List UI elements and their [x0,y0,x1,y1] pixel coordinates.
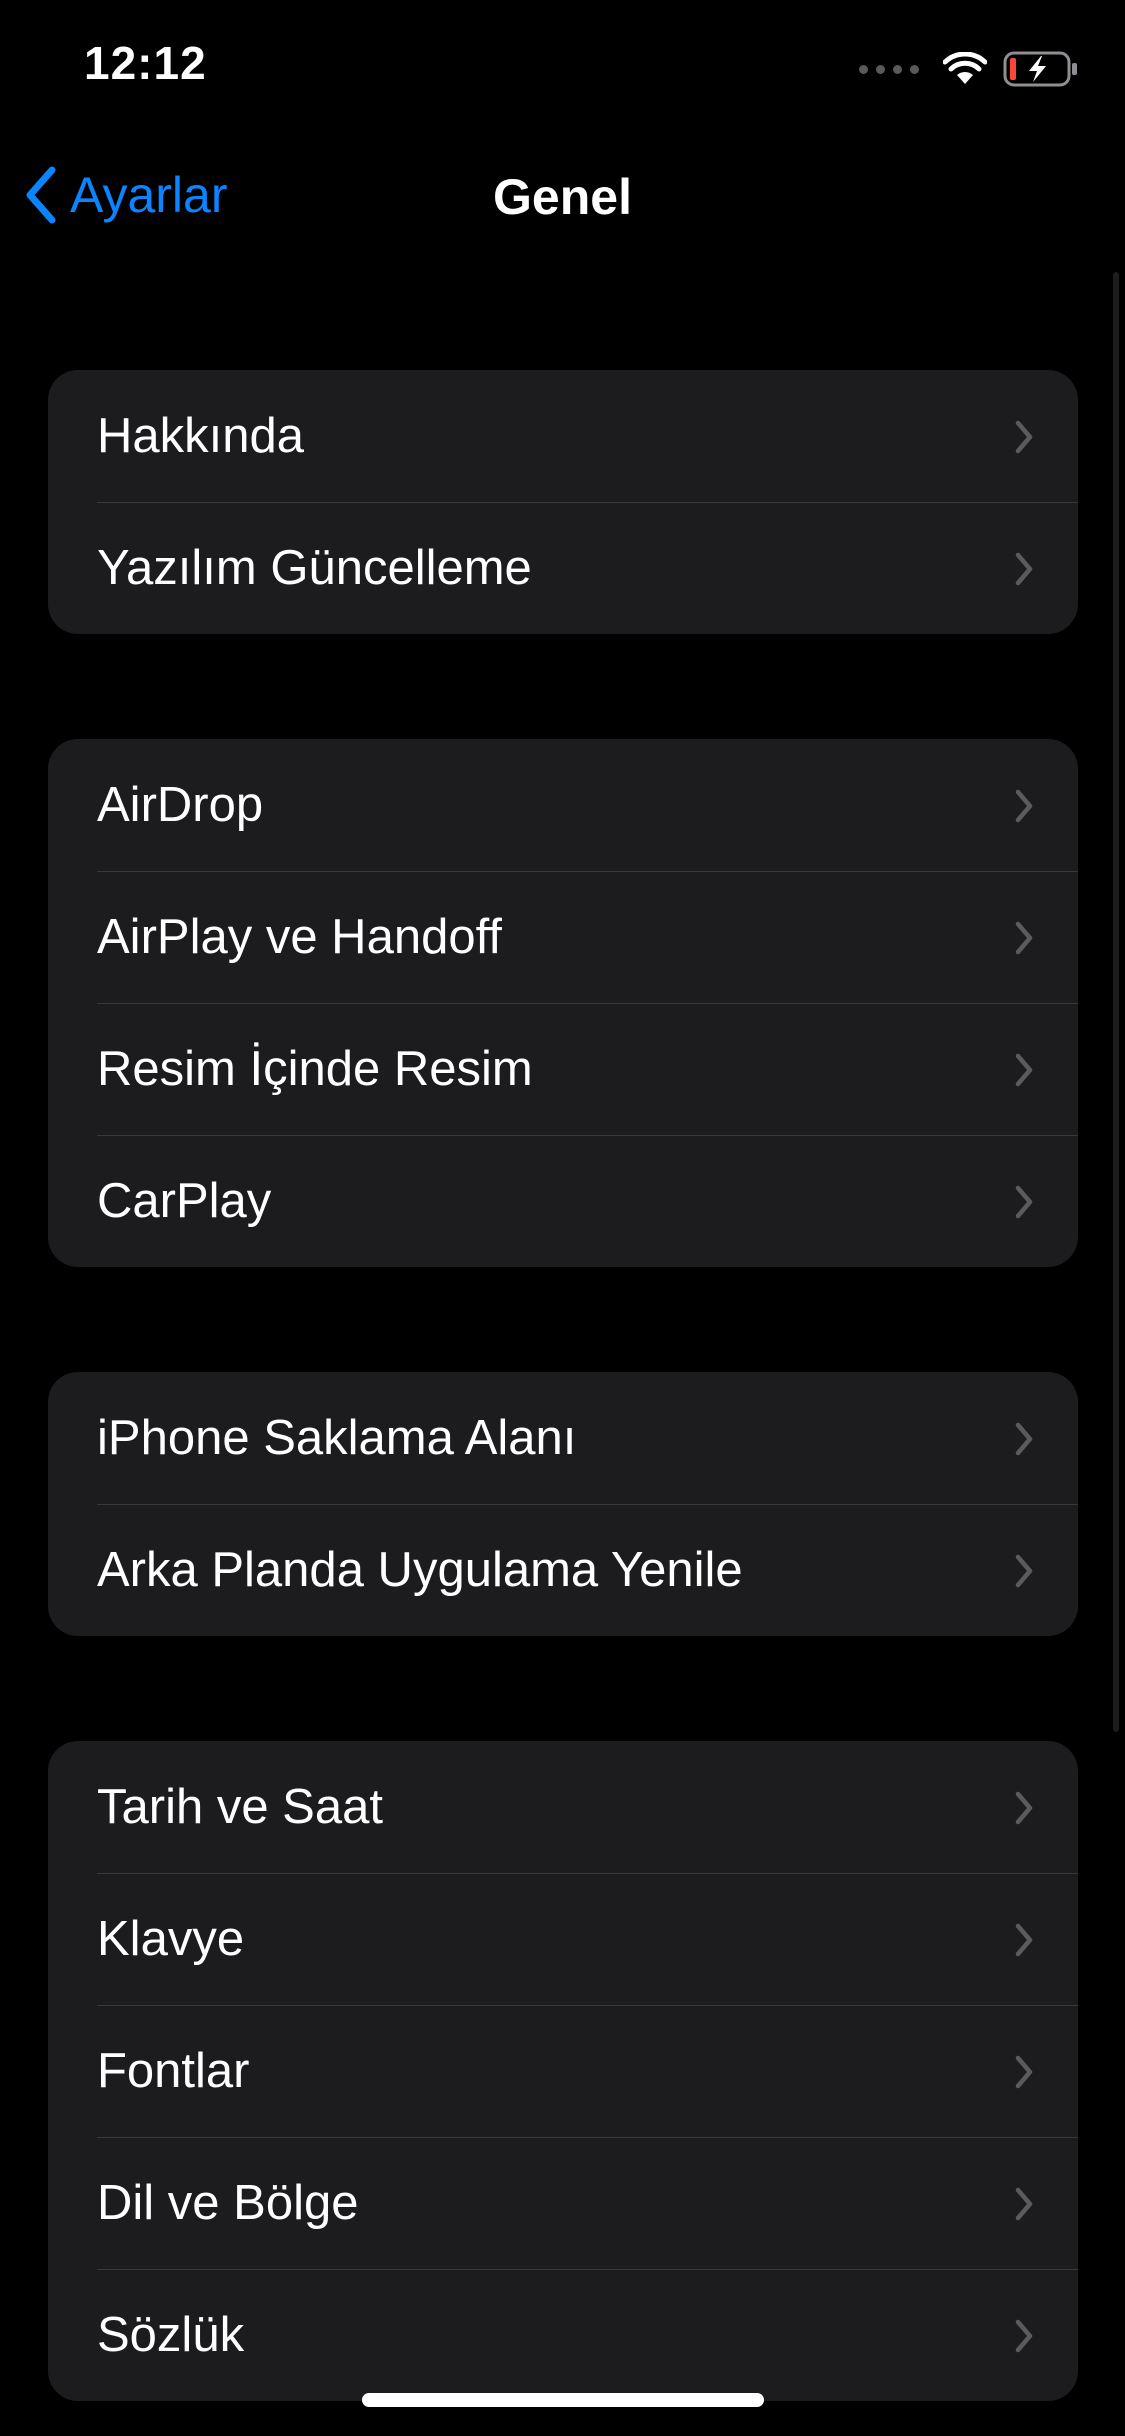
chevron-right-icon [1015,1185,1033,1219]
chevron-right-icon [1015,2319,1033,2353]
settings-group-connectivity: AirDrop AirPlay ve Handoff Resim İçinde … [48,739,1078,1267]
wifi-icon [943,52,987,84]
settings-group-storage: iPhone Saklama Alanı Arka Planda Uygulam… [48,1372,1078,1636]
battery-charging-icon [1003,51,1077,87]
list-item-resim-icinde-resim[interactable]: Resim İçinde Resim [48,1003,1078,1135]
chevron-right-icon [1015,1422,1033,1456]
list-item-label: Resim İçinde Resim [97,1042,533,1096]
list-item-label: iPhone Saklama Alanı [97,1411,577,1465]
chevron-right-icon [1015,1053,1033,1087]
status-bar: 12:12 [0,0,1125,140]
settings-group-language: Tarih ve Saat Klavye Fontlar Dil ve Bölg… [48,1741,1078,2401]
settings-group-about: Hakkında Yazılım Güncelleme [48,370,1078,634]
chevron-right-icon [1015,1554,1033,1588]
list-item-label: CarPlay [97,1174,272,1228]
list-item-fontlar[interactable]: Fontlar [48,2005,1078,2137]
list-item-label: Arka Planda Uygulama Yenile [97,1543,743,1597]
list-item-label: AirPlay ve Handoff [97,910,502,964]
list-item-label: Hakkında [97,409,305,463]
list-item-label: Klavye [97,1912,245,1966]
signal-dots-icon [859,64,919,74]
list-item-sozluk[interactable]: Sözlük [48,2269,1078,2401]
chevron-right-icon [1015,921,1033,955]
list-item-label: Fontlar [97,2044,250,2098]
list-item-carplay[interactable]: CarPlay [48,1135,1078,1267]
chevron-right-icon [1015,420,1033,454]
list-item-klavye[interactable]: Klavye [48,1873,1078,2005]
list-item-label: Sözlük [97,2308,245,2362]
list-item-label: Tarih ve Saat [97,1780,383,1834]
list-item-arka-planda-uygulama-yenile[interactable]: Arka Planda Uygulama Yenile [48,1504,1078,1636]
status-time: 12:12 [84,37,207,89]
list-item-label: Dil ve Bölge [97,2176,359,2230]
list-item-tarih-ve-saat[interactable]: Tarih ve Saat [48,1741,1078,1873]
chevron-right-icon [1015,2055,1033,2089]
scrollbar[interactable] [1113,272,1119,1732]
chevron-right-icon [1015,1923,1033,1957]
chevron-right-icon [1015,2187,1033,2221]
list-item-dil-ve-bolge[interactable]: Dil ve Bölge [48,2137,1078,2269]
status-icons [859,46,1079,92]
list-item-iphone-saklama-alani[interactable]: iPhone Saklama Alanı [48,1372,1078,1504]
page-title: Genel [493,169,632,225]
chevron-right-icon [1015,552,1033,586]
list-item-hakkinda[interactable]: Hakkında [48,370,1078,502]
list-item-airdrop[interactable]: AirDrop [48,739,1078,871]
chevron-right-icon [1015,1791,1033,1825]
chevron-right-icon [1015,789,1033,823]
list-item-label: Yazılım Güncelleme [97,541,532,595]
list-item-airplay-handoff[interactable]: AirPlay ve Handoff [48,871,1078,1003]
list-item-yazilim-guncelleme[interactable]: Yazılım Güncelleme [48,502,1078,634]
list-item-label: AirDrop [97,778,264,832]
navigation-bar: Ayarlar Genel [0,140,1125,260]
home-indicator[interactable] [362,2393,764,2407]
